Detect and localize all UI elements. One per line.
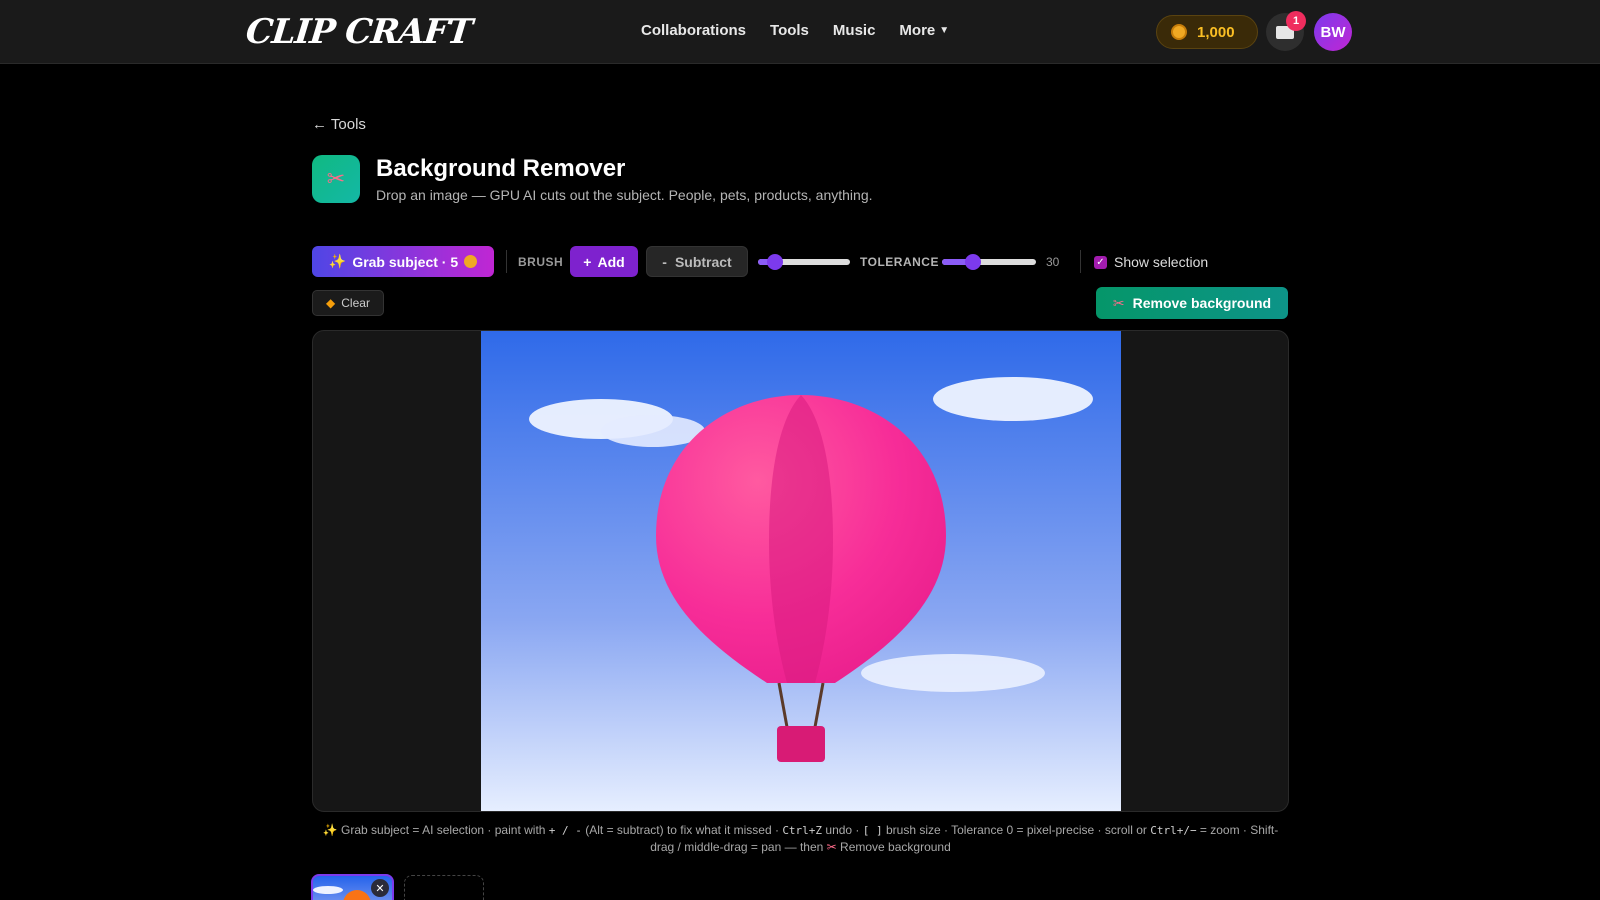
brush-subtract-button[interactable]: - Subtract bbox=[646, 246, 748, 277]
scissors-icon: ✂ bbox=[1112, 294, 1125, 311]
balloon-basket bbox=[777, 726, 825, 762]
notification-badge: 1 bbox=[1286, 11, 1306, 31]
user-avatar[interactable]: BW bbox=[1314, 13, 1352, 51]
minus-icon: - bbox=[662, 253, 667, 270]
help-key: Ctrl+/− bbox=[1150, 824, 1197, 837]
cloud bbox=[933, 377, 1093, 421]
back-to-tools-link[interactable]: ← Tools bbox=[312, 116, 366, 133]
help-text: ✨ Grab subject = AI selection · paint wi… bbox=[312, 822, 1289, 856]
show-selection-checkbox[interactable]: ✓ bbox=[1094, 255, 1107, 269]
tolerance-value: 30 bbox=[1046, 255, 1060, 269]
nav-music[interactable]: Music bbox=[833, 22, 876, 39]
scissors-icon: ✂ bbox=[826, 840, 837, 854]
page-title: Background Remover bbox=[376, 155, 626, 182]
toolbar-divider bbox=[1080, 250, 1081, 273]
close-icon[interactable]: ✕ bbox=[371, 879, 389, 897]
nav-collaborations[interactable]: Collaborations bbox=[641, 22, 746, 39]
clear-label: Clear bbox=[341, 296, 370, 310]
grab-subject-label: Grab subject · 5 bbox=[352, 253, 459, 270]
page-subtitle: Drop an image — GPU AI cuts out the subj… bbox=[376, 187, 873, 203]
scissors-icon: ✂ bbox=[312, 155, 360, 203]
nav-tools[interactable]: Tools bbox=[770, 22, 809, 39]
plus-icon: + bbox=[583, 253, 592, 270]
grab-subject-button[interactable]: ✨ Grab subject · 5 bbox=[312, 246, 494, 277]
remove-background-label: Remove background bbox=[1132, 295, 1272, 311]
brush-size-slider[interactable] bbox=[758, 254, 850, 270]
toolbar-divider bbox=[506, 250, 507, 273]
balloon-image[interactable] bbox=[481, 331, 1121, 812]
clip-craft-logo[interactable]: CLIP CRAFT bbox=[244, 12, 474, 52]
coin-icon bbox=[1171, 24, 1187, 40]
help-part: Remove background bbox=[836, 840, 951, 854]
show-selection-label: Show selection bbox=[1114, 254, 1209, 270]
help-key: [ ] bbox=[862, 824, 883, 837]
tolerance-handle[interactable] bbox=[965, 254, 982, 270]
help-part: brush size · Tolerance 0 = pixel-precise… bbox=[882, 823, 1151, 837]
brush-subtract-label: Subtract bbox=[674, 253, 732, 270]
remove-background-button[interactable]: ✂ Remove background bbox=[1096, 287, 1288, 319]
brush-add-button[interactable]: + Add bbox=[570, 246, 638, 277]
eraser-icon: ◆ bbox=[326, 296, 336, 310]
chevron-down-icon: ▼ bbox=[939, 25, 950, 36]
brush-label: BRUSH bbox=[518, 255, 564, 269]
thumbnail-subject bbox=[343, 890, 371, 900]
sparkles-icon: ✨ bbox=[322, 823, 338, 837]
help-part: undo · bbox=[822, 823, 863, 837]
main-nav: Collaborations Tools Music More ▼ bbox=[641, 22, 949, 39]
cloud bbox=[861, 654, 1045, 692]
help-key: + / - bbox=[548, 824, 582, 837]
cloud bbox=[601, 415, 705, 447]
show-selection-toggle[interactable]: ✓ Show selection bbox=[1094, 254, 1208, 270]
sparkles-icon: ✨ bbox=[328, 253, 347, 269]
help-part: Grab subject = AI selection · paint with bbox=[341, 823, 549, 837]
coin-icon bbox=[464, 255, 478, 268]
nav-more[interactable]: More ▼ bbox=[899, 22, 949, 39]
coin-amount: 1,000 bbox=[1197, 23, 1235, 41]
top-navigation: CLIP CRAFT Collaborations Tools Music Mo… bbox=[0, 0, 1600, 64]
nav-more-label: More bbox=[899, 22, 936, 39]
coin-balance[interactable]: 1,000 bbox=[1156, 15, 1258, 49]
brush-size-handle[interactable] bbox=[766, 254, 783, 270]
thumbnail-cloud bbox=[313, 886, 343, 894]
brush-add-label: Add bbox=[597, 253, 625, 270]
help-key: Ctrl+Z bbox=[782, 824, 823, 837]
help-part: (Alt = subtract) to fix what it missed · bbox=[581, 823, 783, 837]
clear-button[interactable]: ◆ Clear bbox=[312, 290, 384, 316]
tolerance-label: TOLERANCE bbox=[860, 255, 939, 269]
editor-canvas[interactable] bbox=[312, 330, 1289, 812]
tolerance-slider[interactable] bbox=[942, 254, 1036, 270]
add-image-slot[interactable] bbox=[404, 875, 484, 900]
